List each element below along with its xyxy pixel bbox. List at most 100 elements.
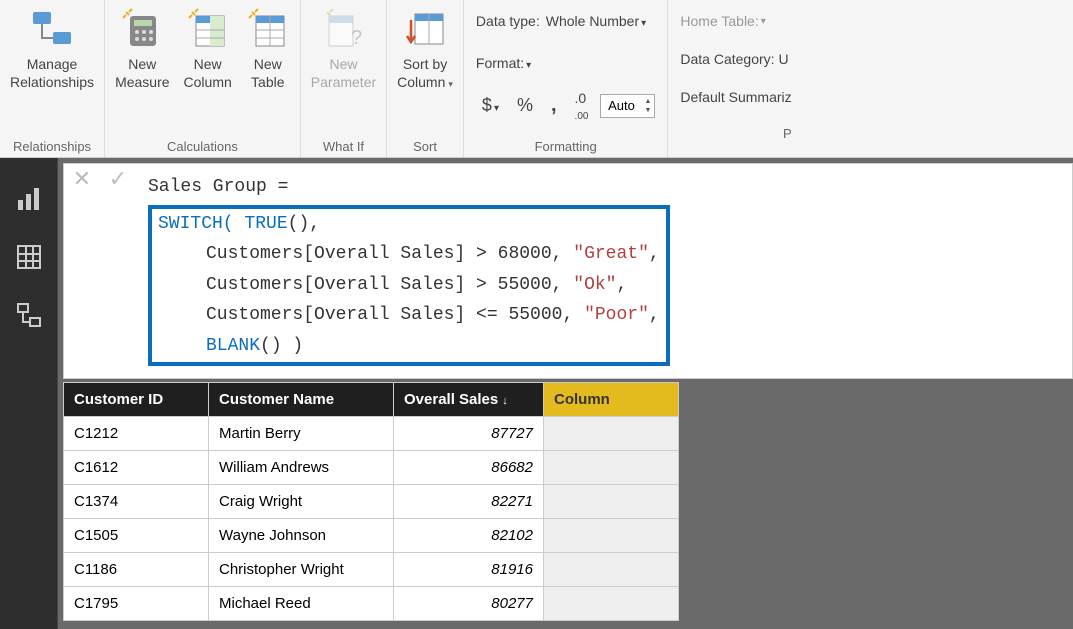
group-label-properties: P (680, 126, 791, 141)
format-selector[interactable]: Format: (476, 48, 655, 78)
cell-sales[interactable]: 87727 (394, 416, 544, 450)
customers-table[interactable]: Customer ID Customer Name Overall Sales↓… (63, 382, 679, 621)
new-column-button[interactable]: New Column (184, 6, 232, 91)
cell-column[interactable] (544, 518, 679, 552)
formula-commit-button[interactable]: ✓ (100, 164, 136, 194)
cell-column[interactable] (544, 586, 679, 620)
new-parameter-button: ? New Parameter (311, 6, 376, 91)
cond-3: Customers[Overall Sales] <= 55000, (206, 305, 584, 325)
col-header-column[interactable]: Column (544, 382, 679, 416)
comma-3: , (649, 305, 660, 325)
column-icon (186, 6, 230, 50)
col-header-id[interactable]: Customer ID (64, 382, 209, 416)
sort-icon (403, 6, 447, 50)
formatting-symbols: $ % , .0.00 ▲▼ (476, 91, 655, 121)
formula-line-1: Sales Group = (148, 172, 1060, 203)
formula-highlight-box: SWITCH( TRUE(), Customers[Overall Sales]… (148, 205, 670, 366)
cell-id[interactable]: C1374 (64, 484, 209, 518)
sort-desc-icon: ↓ (502, 395, 508, 407)
cell-sales[interactable]: 82102 (394, 518, 544, 552)
cell-id[interactable]: C1505 (64, 518, 209, 552)
sort-by-column-button[interactable]: Sort by Column (397, 6, 453, 91)
sort-by-column-label: Sort by Column (397, 56, 453, 91)
cell-sales[interactable]: 80277 (394, 586, 544, 620)
kw-true: TRUE (234, 214, 288, 234)
home-table-selector[interactable]: Home Table: (680, 6, 791, 36)
true-paren: (), (288, 214, 320, 234)
str-ok: "Ok" (573, 275, 616, 295)
group-whatif: ? New Parameter What If (301, 0, 387, 157)
cell-id[interactable]: C1612 (64, 450, 209, 484)
datatype-selector[interactable]: Data type: Whole Number (476, 6, 655, 36)
view-sidebar (0, 158, 58, 629)
measure-icon (120, 6, 164, 50)
parameter-icon: ? (321, 6, 365, 50)
datatype-value: Whole Number (546, 13, 646, 29)
decimals-icon: .0.00 (569, 90, 595, 122)
cell-column[interactable] (544, 416, 679, 450)
cell-sales[interactable]: 82271 (394, 484, 544, 518)
group-properties: Home Table: Data Category: U Default Sum… (668, 0, 803, 157)
table-row[interactable]: C1374Craig Wright82271 (64, 484, 679, 518)
model-view-button[interactable] (0, 286, 58, 344)
table-row[interactable]: C1212Martin Berry87727 (64, 416, 679, 450)
str-poor: "Poor" (584, 305, 649, 325)
manage-relationships-label: Manage Relationships (10, 56, 94, 91)
cell-name[interactable]: Craig Wright (209, 484, 394, 518)
new-table-label: New Table (251, 56, 284, 91)
format-label: Format: (476, 55, 531, 71)
spin-up[interactable]: ▲ (641, 97, 654, 106)
formula-editor[interactable]: Sales Group = SWITCH( TRUE(), Customers[… (136, 164, 1072, 378)
table-header-row: Customer ID Customer Name Overall Sales↓… (64, 382, 679, 416)
table-row[interactable]: C1795Michael Reed80277 (64, 586, 679, 620)
main-panel: ✕ ✓ Sales Group = SWITCH( TRUE(), Custom… (58, 158, 1073, 629)
col-header-sales[interactable]: Overall Sales↓ (394, 382, 544, 416)
cell-column[interactable] (544, 552, 679, 586)
new-measure-label: New Measure (115, 56, 169, 91)
new-measure-button[interactable]: New Measure (115, 6, 169, 91)
formula-bar: ✕ ✓ Sales Group = SWITCH( TRUE(), Custom… (63, 163, 1073, 379)
percent-button[interactable]: % (511, 95, 539, 116)
relationships-icon (30, 6, 74, 50)
formula-cancel-button[interactable]: ✕ (64, 164, 100, 194)
default-summarization-selector[interactable]: Default Summariz (680, 82, 791, 112)
manage-relationships-button[interactable]: Manage Relationships (10, 6, 94, 91)
cell-id[interactable]: C1186 (64, 552, 209, 586)
kw-switch: SWITCH( (158, 214, 234, 234)
new-parameter-label: New Parameter (311, 56, 376, 91)
cell-name[interactable]: Wayne Johnson (209, 518, 394, 552)
cond-1: Customers[Overall Sales] > 68000, (206, 244, 573, 264)
thousands-button[interactable]: , (545, 94, 563, 117)
group-sort: Sort by Column Sort (387, 0, 464, 157)
group-label-formatting: Formatting (476, 139, 655, 154)
cell-name[interactable]: Christopher Wright (209, 552, 394, 586)
decimals-spinner[interactable]: ▲▼ (600, 94, 655, 118)
col-header-name[interactable]: Customer Name (209, 382, 394, 416)
cell-sales[interactable]: 86682 (394, 450, 544, 484)
data-grid: Customer ID Customer Name Overall Sales↓… (58, 382, 1073, 621)
cell-column[interactable] (544, 484, 679, 518)
currency-button[interactable]: $ (476, 95, 505, 116)
decimals-input[interactable] (601, 98, 641, 113)
group-formatting: Data type: Whole Number Format: $ % , .0… (464, 0, 668, 157)
new-table-button[interactable]: New Table (246, 6, 290, 91)
cell-column[interactable] (544, 450, 679, 484)
group-label-sort: Sort (413, 139, 437, 154)
new-column-label: New Column (184, 56, 232, 91)
group-label-whatif: What If (323, 139, 364, 154)
cell-id[interactable]: C1795 (64, 586, 209, 620)
data-view-button[interactable] (0, 228, 58, 286)
cell-name[interactable]: Michael Reed (209, 586, 394, 620)
table-row[interactable]: C1186Christopher Wright81916 (64, 552, 679, 586)
spin-down[interactable]: ▼ (641, 106, 654, 115)
report-view-button[interactable] (0, 170, 58, 228)
cell-id[interactable]: C1212 (64, 416, 209, 450)
cell-name[interactable]: Martin Berry (209, 416, 394, 450)
datatype-label: Data type: (476, 13, 540, 29)
table-row[interactable]: C1505Wayne Johnson82102 (64, 518, 679, 552)
cell-sales[interactable]: 81916 (394, 552, 544, 586)
data-category-selector[interactable]: Data Category: U (680, 44, 791, 74)
table-row[interactable]: C1612William Andrews86682 (64, 450, 679, 484)
cell-name[interactable]: William Andrews (209, 450, 394, 484)
table-icon (246, 6, 290, 50)
